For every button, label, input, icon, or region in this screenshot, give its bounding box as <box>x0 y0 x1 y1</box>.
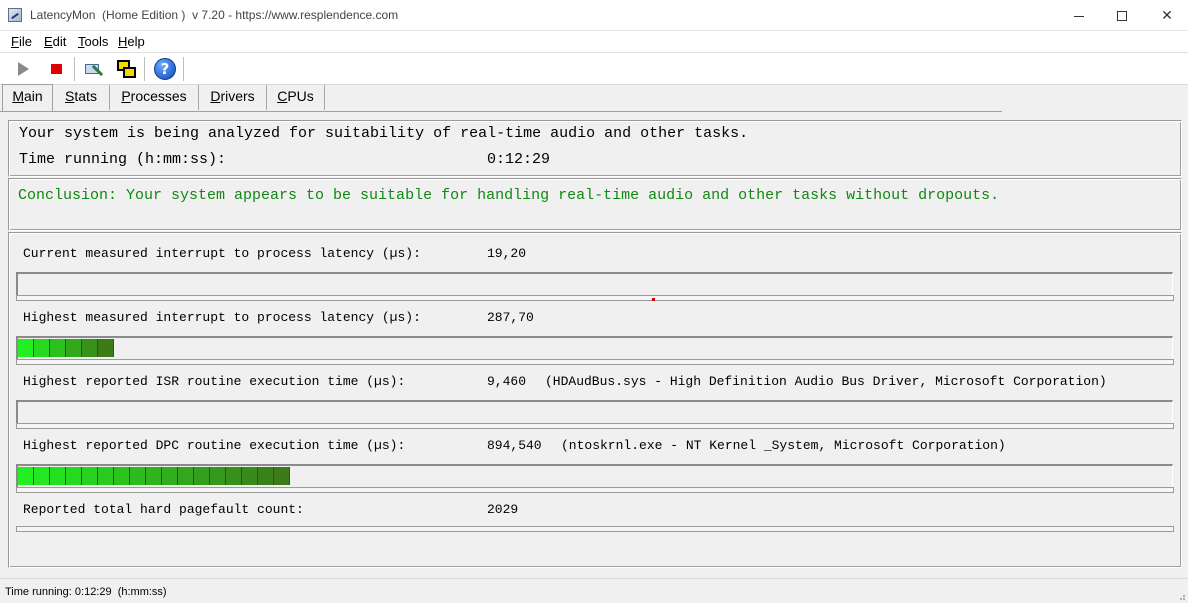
tab-drivers[interactable]: Drivers <box>199 85 267 110</box>
marker-dot <box>652 298 655 301</box>
title-bar: LatencyMon (Home Edition ) v 7.20 - http… <box>0 0 1188 31</box>
close-icon: ✕ <box>1161 7 1173 23</box>
stop-monitoring-button[interactable] <box>44 57 68 81</box>
status-text: Time running: 0:12:29 (h:mm:ss) <box>5 586 167 598</box>
metric-label: Reported total hard pagefault count: <box>23 502 304 517</box>
hardware-info-button[interactable] <box>82 57 106 81</box>
menu-edit[interactable]: Edit <box>44 34 66 49</box>
toolbar: ? <box>0 53 1188 85</box>
conclusion-frame: Conclusion: Your system appears to be su… <box>8 178 1182 231</box>
bar-segment <box>274 467 290 485</box>
bar-segment <box>162 467 178 485</box>
metric-value: 894,540 <box>487 438 542 453</box>
time-running-label: Time running (h:mm:ss): <box>19 151 227 168</box>
bar-segment <box>114 467 130 485</box>
bar-segment <box>210 467 226 485</box>
bar-segment <box>18 339 34 357</box>
bar-segment <box>258 467 274 485</box>
maximize-button[interactable] <box>1099 0 1145 31</box>
bar-segment <box>18 467 34 485</box>
tab-stats[interactable]: Stats <box>53 85 110 110</box>
metric-label: Highest reported ISR routine execution t… <box>23 374 406 389</box>
dpc-time-bar <box>16 464 1173 488</box>
bar-segment <box>146 467 162 485</box>
play-icon <box>18 62 29 76</box>
analysis-status-frame: Your system is being analyzed for suitab… <box>8 120 1182 177</box>
tab-divider <box>0 111 1002 112</box>
conclusion-text: Conclusion: Your system appears to be su… <box>18 187 1000 204</box>
bar-segment <box>66 467 82 485</box>
tab-cpus[interactable]: CPUs <box>267 85 325 110</box>
highest-latency-bar <box>16 336 1173 360</box>
metric-detail: (HDAudBus.sys - High Definition Audio Bu… <box>545 374 1107 389</box>
window-title: LatencyMon (Home Edition ) v 7.20 - http… <box>30 8 399 22</box>
main-panel: Your system is being analyzed for suitab… <box>0 114 1188 578</box>
metric-value: 2029 <box>487 502 519 517</box>
status-bar: Time running: 0:12:29 (h:mm:ss) <box>0 578 1188 603</box>
bar-segment <box>34 339 50 357</box>
toolbar-separator <box>183 57 184 81</box>
metric-value: 287,70 <box>487 310 534 325</box>
bar-track <box>16 487 1174 493</box>
bar-track <box>16 423 1174 429</box>
metric-label: Highest reported DPC routine execution t… <box>23 438 406 453</box>
time-running-value: 0:12:29 <box>487 151 551 168</box>
bar-segment <box>66 339 82 357</box>
windows-icon <box>117 60 137 80</box>
bar-segment <box>82 467 98 485</box>
metric-value: 19,20 <box>487 246 527 261</box>
current-latency-bar <box>16 272 1173 296</box>
toolbar-separator <box>144 57 145 81</box>
tab-processes[interactable]: Processes <box>110 85 199 110</box>
close-button[interactable]: ✕ <box>1144 0 1188 31</box>
help-icon: ? <box>154 58 176 80</box>
latencymon-app-icon <box>8 8 22 22</box>
bar-track <box>16 359 1174 365</box>
bar-segment <box>98 339 114 357</box>
menu-help[interactable]: Help <box>118 34 145 49</box>
bar-segment <box>242 467 258 485</box>
tab-main[interactable]: Main <box>2 84 53 111</box>
metric-value: 9,460 <box>487 374 527 389</box>
menu-tools[interactable]: Tools <box>78 34 108 49</box>
metric-detail: (ntoskrnl.exe - NT Kernel _System, Micro… <box>561 438 1006 453</box>
bar-segment <box>178 467 194 485</box>
hardware-icon <box>85 60 104 78</box>
bar-track <box>16 526 1174 532</box>
bar-fill <box>18 466 290 486</box>
stop-icon <box>51 64 62 74</box>
resize-grip-icon[interactable] <box>1176 591 1186 601</box>
bar-segment <box>50 467 66 485</box>
bar-segment <box>50 339 66 357</box>
metric-label: Current measured interrupt to process la… <box>23 246 421 261</box>
bar-segment <box>130 467 146 485</box>
minimize-button[interactable] <box>1056 0 1102 31</box>
bar-segment <box>82 339 98 357</box>
start-monitoring-button[interactable] <box>12 57 36 81</box>
bar-segment <box>98 467 114 485</box>
help-button[interactable]: ? <box>153 57 177 81</box>
bar-fill <box>18 338 114 358</box>
bar-track <box>16 295 1174 301</box>
tab-strip: Main Stats Processes Drivers CPUs <box>0 84 1188 111</box>
toolbar-separator <box>74 57 75 81</box>
analysis-status-text: Your system is being analyzed for suitab… <box>19 125 749 142</box>
menu-file[interactable]: File <box>11 34 32 49</box>
maximize-icon <box>1117 11 1127 22</box>
bar-segment <box>194 467 210 485</box>
metric-label: Highest measured interrupt to process la… <box>23 310 421 325</box>
bar-segment <box>226 467 242 485</box>
windows-button[interactable] <box>114 57 138 81</box>
isr-time-bar <box>16 400 1173 424</box>
menu-bar: File Edit Tools Help <box>0 31 1188 53</box>
minimize-icon <box>1074 15 1084 17</box>
bar-segment <box>34 467 50 485</box>
